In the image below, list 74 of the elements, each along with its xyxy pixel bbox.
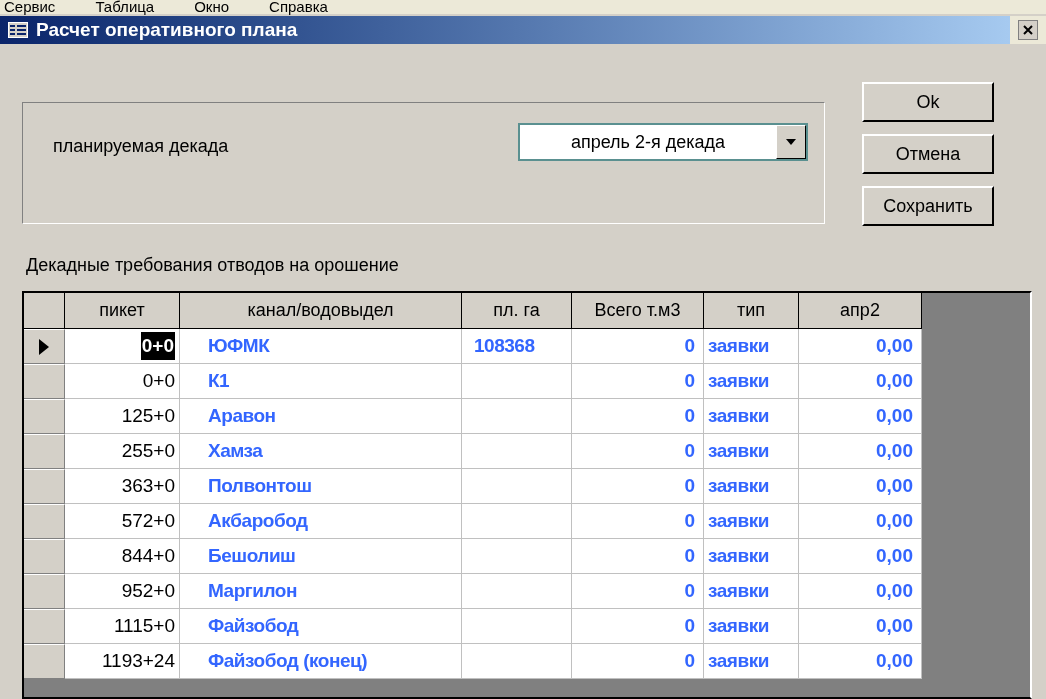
form-icon (8, 22, 28, 38)
type-cell: заявки (704, 644, 799, 679)
decade-label: планируемая декада (53, 135, 229, 158)
dialog-button[interactable]: Ok (862, 82, 994, 122)
menu-item[interactable]: Сервис (4, 0, 56, 14)
picket-cell: 952+0 (65, 574, 180, 609)
canal-cell: Файзобод (180, 609, 462, 644)
dialog-button[interactable]: Сохранить (862, 186, 994, 226)
total-cell: 0 (572, 329, 704, 364)
april-cell: 0,00 (799, 469, 922, 504)
highlighted-text: 0+0 (140, 331, 175, 361)
current-record-icon (39, 338, 49, 355)
april-cell: 0,00 (799, 574, 922, 609)
menu-item[interactable]: Справка (269, 0, 328, 14)
canal-cell: Акбаробод (180, 504, 462, 539)
menu-item[interactable]: Окно (194, 0, 230, 14)
total-cell: 0 (572, 644, 704, 679)
total-cell: 0 (572, 364, 704, 399)
picket-cell: 0+0 (65, 364, 180, 399)
column-header[interactable]: Всего т.м3 (572, 293, 704, 329)
april-cell: 0,00 (799, 434, 922, 469)
canal-cell: Бешолиш (180, 539, 462, 574)
column-header[interactable]: апр2 (799, 293, 922, 329)
total-cell: 0 (572, 399, 704, 434)
type-cell: заявки (704, 609, 799, 644)
caret-icon (786, 139, 796, 145)
total-cell: 0 (572, 469, 704, 504)
picket-cell: 363+0 (65, 469, 180, 504)
total-cell: 0 (572, 609, 704, 644)
april-cell: 0,00 (799, 399, 922, 434)
type-cell: заявки (704, 399, 799, 434)
picket-cell: 255+0 (65, 434, 180, 469)
type-cell: заявки (704, 504, 799, 539)
canal-cell: Полвонтош (180, 469, 462, 504)
april-cell: 0,00 (799, 539, 922, 574)
total-cell: 0 (572, 504, 704, 539)
april-cell: 0,00 (799, 504, 922, 539)
menu-item[interactable]: Таблица (95, 0, 155, 14)
total-cell: 0 (572, 574, 704, 609)
area-cell: 108368 (462, 329, 572, 364)
canal-cell: ЮФМК (180, 329, 462, 364)
april-cell: 0,00 (799, 644, 922, 679)
total-cell: 0 (572, 434, 704, 469)
canal-cell: Маргилон (180, 574, 462, 609)
window-title: Расчет оперативного плана (36, 17, 298, 42)
close-button[interactable] (1018, 20, 1038, 40)
canal-cell: Хамза (180, 434, 462, 469)
type-cell: заявки (704, 469, 799, 504)
column-header[interactable]: пл. га (462, 293, 572, 329)
april-cell: 0,00 (799, 329, 922, 364)
canal-cell: Аравон (180, 399, 462, 434)
dialog-button[interactable]: Отмена (862, 134, 994, 174)
type-cell: заявки (704, 539, 799, 574)
type-cell: заявки (704, 364, 799, 399)
record-selector[interactable] (24, 329, 65, 364)
decade-dropdown[interactable]: апрель 2-я декада (518, 123, 808, 161)
column-header[interactable]: пикет (65, 293, 180, 329)
picket-cell: 572+0 (65, 504, 180, 539)
april-cell: 0,00 (799, 609, 922, 644)
type-cell: заявки (704, 434, 799, 469)
total-cell: 0 (572, 539, 704, 574)
picket-cell: 1193+24 (65, 644, 180, 679)
type-cell: заявки (704, 329, 799, 364)
picket-cell: 1115+0 (65, 609, 180, 644)
column-header[interactable]: канал/водовыдел (180, 293, 462, 329)
close-icon (1023, 25, 1033, 35)
canal-cell: К1 (180, 364, 462, 399)
column-header[interactable]: тип (704, 293, 799, 329)
canal-cell: Файзобод (конец) (180, 644, 462, 679)
picket-cell: 125+0 (65, 399, 180, 434)
type-cell: заявки (704, 574, 799, 609)
table-title: Декадные требования отводов на орошение (26, 254, 400, 277)
picket-cell: 844+0 (65, 539, 180, 574)
april-cell: 0,00 (799, 364, 922, 399)
